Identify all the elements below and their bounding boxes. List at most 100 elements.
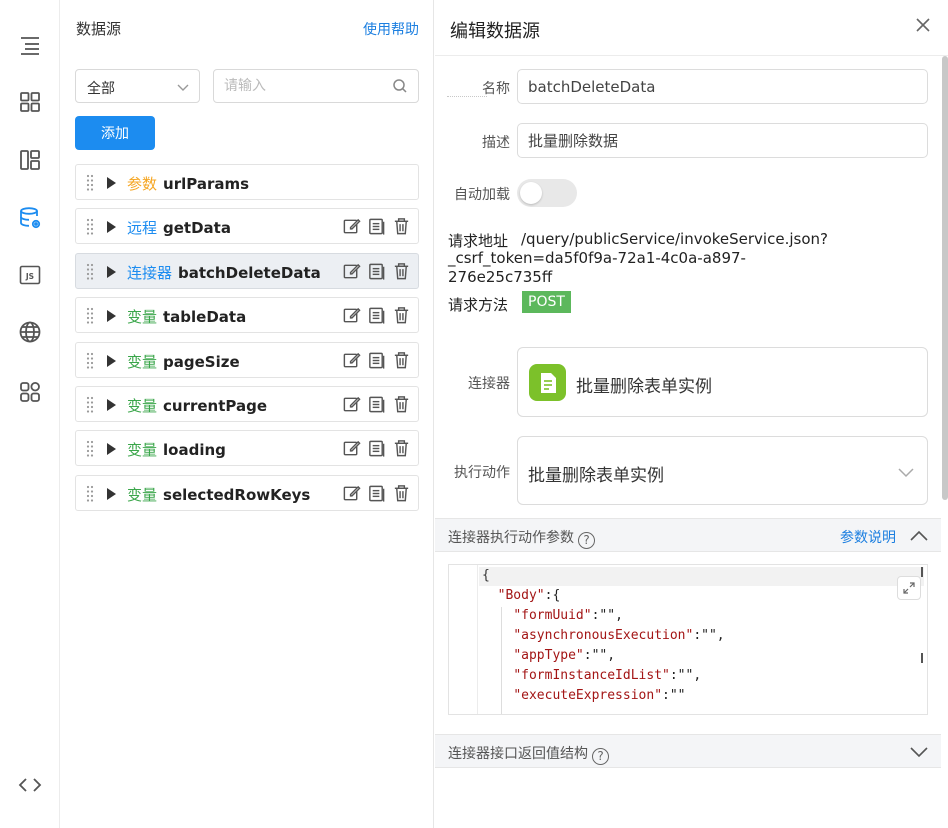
edit-icon[interactable] [342, 484, 361, 503]
name-field[interactable]: batchDeleteData [517, 69, 928, 104]
item-actions [342, 395, 411, 414]
drag-handle-icon[interactable] [85, 263, 95, 281]
datasource-item[interactable]: 变量 selectedRowKeys [75, 474, 419, 511]
apps-icon[interactable] [16, 378, 44, 406]
code-line: "formInstanceIdList":"", [513, 668, 702, 683]
filter-select[interactable]: 全部 [75, 69, 200, 103]
item-name: loading [163, 441, 226, 460]
item-name: urlParams [163, 175, 250, 193]
expand-arrow-icon[interactable] [107, 354, 116, 367]
copy-icon[interactable] [367, 351, 386, 370]
copy-icon[interactable] [367, 439, 386, 458]
drag-handle-icon[interactable] [85, 440, 95, 458]
editor-header: 编辑数据源 [435, 0, 948, 56]
expand-arrow-icon[interactable] [107, 310, 116, 323]
help-icon[interactable]: ? [592, 748, 609, 765]
datasource-panel: 数据源 使用帮助 全部 添加 参数 urlParams 远程 getData 连接器 ba… [60, 0, 434, 828]
outline-icon[interactable] [16, 32, 44, 60]
code-line: "appType":"", [513, 648, 616, 663]
params-section-title: 连接器执行动作参数 [448, 530, 574, 546]
icon-rail: JS [0, 0, 60, 828]
connector-value: 批量删除表单实例 [576, 377, 712, 397]
desc-field[interactable]: 批量删除数据 [517, 123, 928, 158]
globe-icon[interactable] [16, 318, 44, 346]
params-section-header[interactable]: 连接器执行动作参数? 参数说明 [435, 518, 941, 552]
copy-icon[interactable] [367, 262, 386, 281]
datasource-item[interactable]: 变量 loading [75, 430, 419, 467]
params-doc-link[interactable]: 参数说明 [840, 527, 896, 547]
drag-handle-icon[interactable] [85, 218, 95, 236]
item-actions [342, 306, 411, 325]
item-name: pageSize [163, 352, 240, 371]
edit-icon[interactable] [342, 395, 361, 414]
layout-icon[interactable] [16, 146, 44, 174]
url-value: /query/publicService/invokeService.json?… [448, 230, 828, 286]
item-name: selectedRowKeys [163, 485, 311, 504]
trash-icon[interactable] [392, 439, 411, 458]
trash-icon[interactable] [392, 306, 411, 325]
copy-icon[interactable] [367, 395, 386, 414]
code-editor[interactable]: { "Body":{ "formUuid":"", "asynchronousE… [448, 564, 928, 715]
datasource-item[interactable]: 变量 currentPage [75, 385, 419, 422]
expand-icon[interactable] [897, 576, 921, 600]
help-icon[interactable]: ? [578, 532, 595, 549]
expand-arrow-icon[interactable] [107, 398, 116, 411]
edit-icon[interactable] [342, 262, 361, 281]
item-name: batchDeleteData [178, 263, 321, 282]
chevron-up-icon[interactable] [909, 528, 929, 548]
js-icon[interactable]: JS [16, 261, 44, 289]
drag-handle-icon[interactable] [85, 174, 95, 192]
search-input[interactable] [214, 70, 384, 102]
expand-arrow-icon[interactable] [107, 265, 116, 278]
trash-icon[interactable] [392, 217, 411, 236]
method-label: 请求方法 [448, 296, 509, 314]
datasource-item[interactable]: 变量 tableData [75, 297, 419, 334]
item-label: 连接器 batchDeleteData [127, 262, 321, 283]
drag-handle-icon[interactable] [85, 352, 95, 370]
help-link[interactable]: 使用帮助 [363, 19, 419, 39]
copy-icon[interactable] [367, 217, 386, 236]
drag-handle-icon[interactable] [85, 307, 95, 325]
datasource-item[interactable]: 远程 getData [75, 208, 419, 245]
item-actions [342, 262, 411, 281]
return-section-header[interactable]: 连接器接口返回值结构? [435, 734, 941, 768]
expand-arrow-icon[interactable] [107, 443, 116, 456]
code-line: { [482, 568, 490, 583]
name-label: 名称 [482, 81, 510, 97]
components-icon[interactable] [16, 88, 44, 116]
expand-arrow-icon[interactable] [107, 487, 116, 500]
trash-icon[interactable] [392, 395, 411, 414]
trash-icon[interactable] [392, 351, 411, 370]
edit-icon[interactable] [342, 351, 361, 370]
search-icon[interactable] [392, 78, 408, 98]
add-button[interactable]: 添加 [75, 116, 155, 150]
action-label: 执行动作 [454, 465, 510, 481]
trash-icon[interactable] [392, 262, 411, 281]
edit-icon[interactable] [342, 439, 361, 458]
drag-handle-icon[interactable] [85, 485, 95, 503]
connector-select[interactable]: 批量删除表单实例 [517, 347, 928, 417]
copy-icon[interactable] [367, 484, 386, 503]
edit-icon[interactable] [342, 306, 361, 325]
drag-handle-icon[interactable] [85, 396, 95, 414]
expand-arrow-icon[interactable] [107, 177, 116, 189]
datasource-item[interactable]: 变量 pageSize [75, 341, 419, 378]
edit-icon[interactable] [342, 217, 361, 236]
item-actions [342, 351, 411, 370]
action-value: 批量删除表单实例 [528, 466, 664, 486]
datasource-item[interactable]: 参数 urlParams [75, 164, 419, 200]
scrollbar[interactable] [942, 56, 948, 500]
code-line: "asynchronousExecution":"", [513, 628, 725, 643]
datasource-item[interactable]: 连接器 batchDeleteData [75, 252, 419, 289]
autoload-toggle[interactable] [517, 179, 577, 207]
copy-icon[interactable] [367, 306, 386, 325]
action-select[interactable]: 批量删除表单实例 [517, 436, 928, 505]
code-icon[interactable] [16, 771, 44, 799]
close-icon[interactable] [913, 15, 933, 35]
item-type-tag: 参数 [127, 175, 158, 193]
trash-icon[interactable] [392, 484, 411, 503]
editor-title: 编辑数据源 [450, 21, 540, 42]
chevron-down-icon[interactable] [909, 744, 929, 764]
datasource-icon[interactable] [16, 204, 44, 232]
expand-arrow-icon[interactable] [107, 221, 116, 234]
